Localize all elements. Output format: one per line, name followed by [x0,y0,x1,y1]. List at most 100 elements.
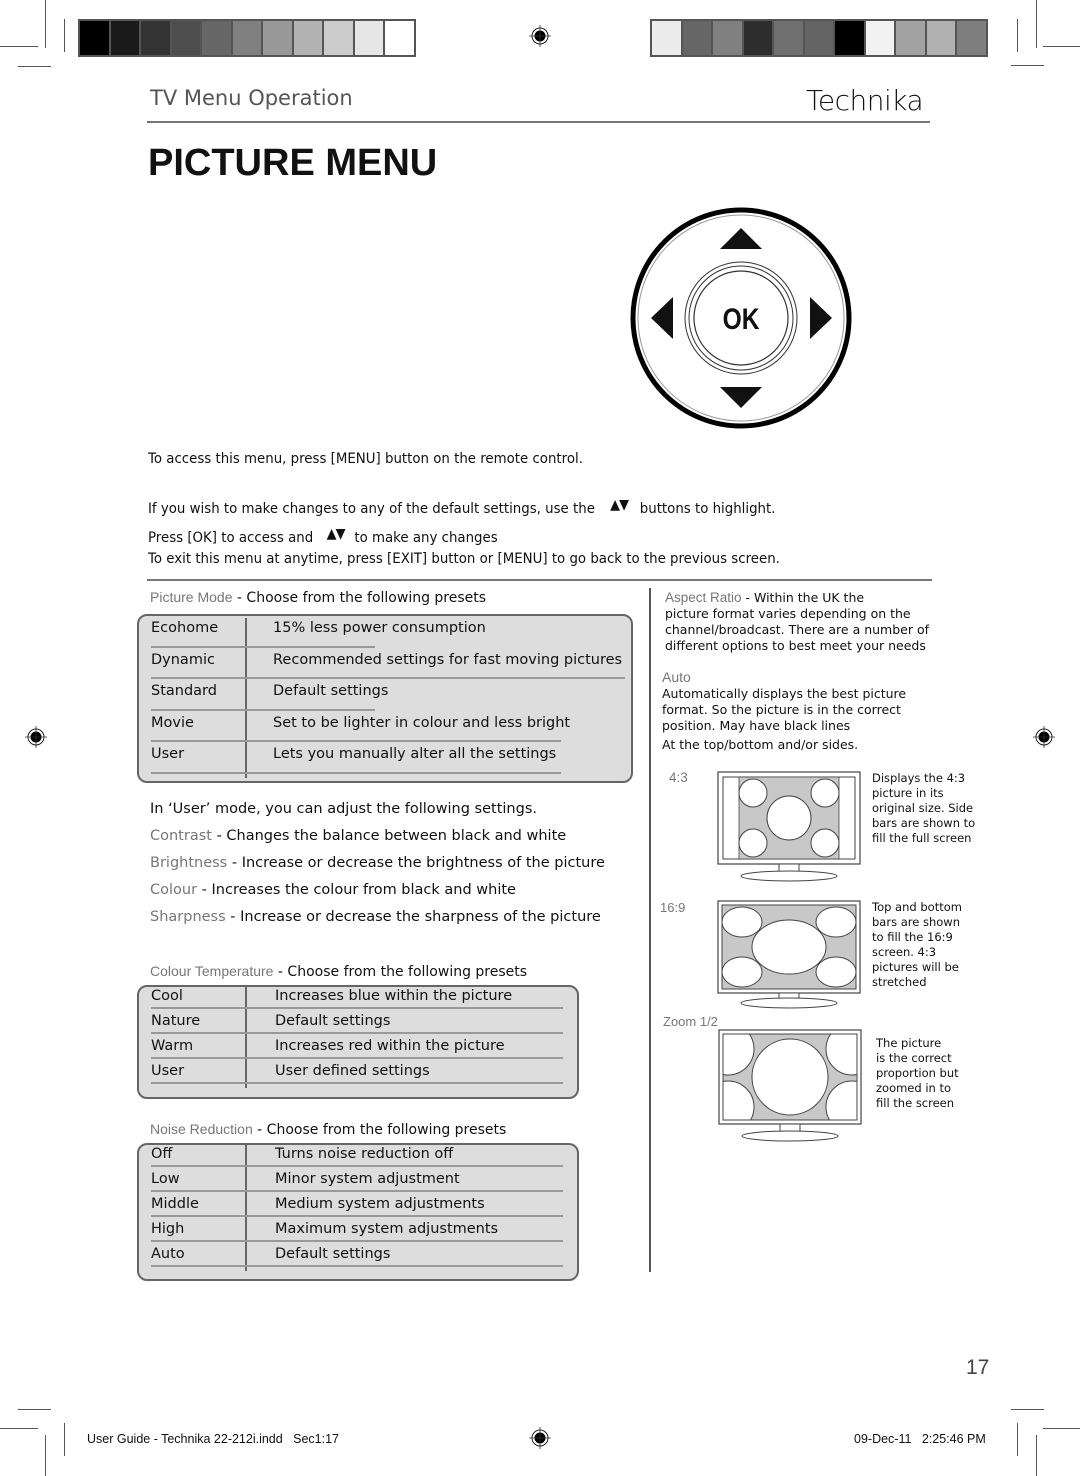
crop-mark [1017,1423,1018,1456]
row-name: Warm [151,1038,194,1054]
colour-temperature-heading: Colour Temperature - Choose from the fol… [150,963,527,980]
row-value: Default settings [275,1246,391,1262]
row-value: Maximum system adjustments [275,1221,499,1237]
color-swatch [110,21,139,55]
mode-label-16-9: 16:9 [660,900,686,915]
footer-timestamp: 09-Dec-11 2:25:46 PM [854,1432,986,1446]
crop-mark [18,1409,51,1410]
color-swatch [80,21,109,55]
row-divider [151,1007,563,1009]
brand-logo: Technika [806,84,924,117]
row-name: Ecohome [151,620,219,636]
aspect-ratio-intro: Aspect Ratio - Within the UK the picture… [665,590,929,654]
aspect-ratio-desc-line: channel/broadcast. There are a number of [665,622,930,637]
crop-mark [1011,1409,1044,1410]
row-value: Recommended settings for fast moving pic… [273,651,623,668]
mode-caption-16-9: Top and bottom bars are shown to fill the … [872,900,962,990]
caption-line: pictures will be [872,960,959,974]
row-name: Middle [151,1196,199,1212]
intro-line-2-end: buttons to highlight. [639,501,776,517]
auto-desc-line: position. May have black lines [662,718,851,733]
row-value: Default settings [273,683,389,700]
row-divider [151,1082,563,1084]
color-swatch [835,21,864,55]
crop-mark [1011,65,1044,66]
auto-desc-line: format. So the picture is in the correct [662,702,901,717]
aspect-ratio-desc-line: - Within the UK the [741,590,865,605]
row-value: Increases blue within the picture [275,988,513,1004]
crop-mark [18,66,51,67]
caption-line: Displays the 4:3 [872,771,966,785]
intro-line-2-start: If you wish to make changes to any of th… [148,501,595,517]
color-swatch [713,21,742,55]
aspect-ratio-label: Aspect Ratio [665,590,742,605]
color-swatch [957,21,986,55]
row-value: Increases red within the picture [275,1038,505,1054]
user-setting-item: Colour - Increases the colour from black… [150,882,516,898]
tv-diagram-zoom [718,1029,862,1142]
crop-mark [0,1428,38,1429]
color-swatch [774,21,803,55]
tv-diagram-16-9 [717,900,861,1009]
caption-line: zoomed in to [876,1081,952,1095]
color-swatch [324,21,353,55]
setting-description: - Increase or decrease the brightness of… [227,855,605,871]
mode-label-zoom: Zoom 1/2 [663,1014,718,1029]
row-name: Auto [151,1246,185,1262]
remote-dpad-illustration: OK [630,207,852,429]
row-divider [151,708,375,711]
column-divider [649,588,651,1272]
noise-reduction-label: Noise Reduction [150,1121,253,1137]
ok-button-label: OK [723,302,760,336]
mode-caption-4-3: Displays the 4:3 picture in its original s… [872,771,975,846]
mode-caption-zoom: The picture is the correct proportion but z… [876,1036,959,1111]
row-divider [151,1215,563,1217]
auto-label: Auto [662,669,691,685]
row-name: User [151,746,185,763]
noise-reduction-table: Off Turns noise reduction off Low Minor sys… [137,1143,579,1281]
color-swatch [652,21,681,55]
row-name: High [151,1221,185,1237]
color-swatch [682,21,711,55]
color-swatch [293,21,322,55]
crop-mark [1043,1428,1080,1429]
up-down-arrows-icon: ▲▼ [326,526,346,542]
caption-line: fill the screen [876,1096,955,1110]
row-divider [151,645,375,648]
colour-temperature-desc: - Choose from the following presets [273,964,528,980]
section-header: TV Menu Operation [150,86,353,110]
color-swatch [263,21,292,55]
row-value: Lets you manually alter all the settings [273,746,557,763]
color-calibration-bar-left [78,19,416,57]
crop-mark [64,19,65,52]
color-swatch [171,21,200,55]
color-swatch [743,21,772,55]
aspect-ratio-desc-line: picture format varies depending on the [665,606,911,621]
header-divider [147,121,930,123]
row-value: 15% less power consumption [273,620,486,636]
crop-mark [45,1435,46,1476]
row-divider [151,1057,563,1059]
setting-description: - Changes the balance between black and … [211,828,567,844]
tv-diagram-4-3 [717,771,861,882]
caption-line: screen. 4:3 [872,945,937,959]
intro-line-3: Press [OK] to access and ▲▼ to make any … [148,526,498,546]
picture-mode-heading: Picture Mode - Choose from the following… [150,589,486,606]
row-divider [151,1190,563,1192]
row-name: Standard [151,683,217,700]
aspect-ratio-desc-line: different options to best meet your need… [665,638,926,653]
row-name: Off [151,1146,173,1162]
color-swatch [385,21,414,55]
row-name: Nature [151,1013,201,1029]
intro-line-1: To access this menu, press [MENU] button… [148,451,583,467]
setting-description: - Increase or decrease the sharpness of … [225,909,601,925]
caption-line: original size. Side [872,801,974,815]
row-divider [151,677,625,680]
row-name: Cool [151,988,183,1004]
row-divider [151,1165,563,1167]
caption-line: Top and bottom [872,900,962,914]
color-swatch [896,21,925,55]
caption-line: bars are shown to [872,816,976,830]
intro-line-4: To exit this menu at anytime, press [EXI… [148,551,780,567]
registration-mark-icon [529,1427,551,1449]
